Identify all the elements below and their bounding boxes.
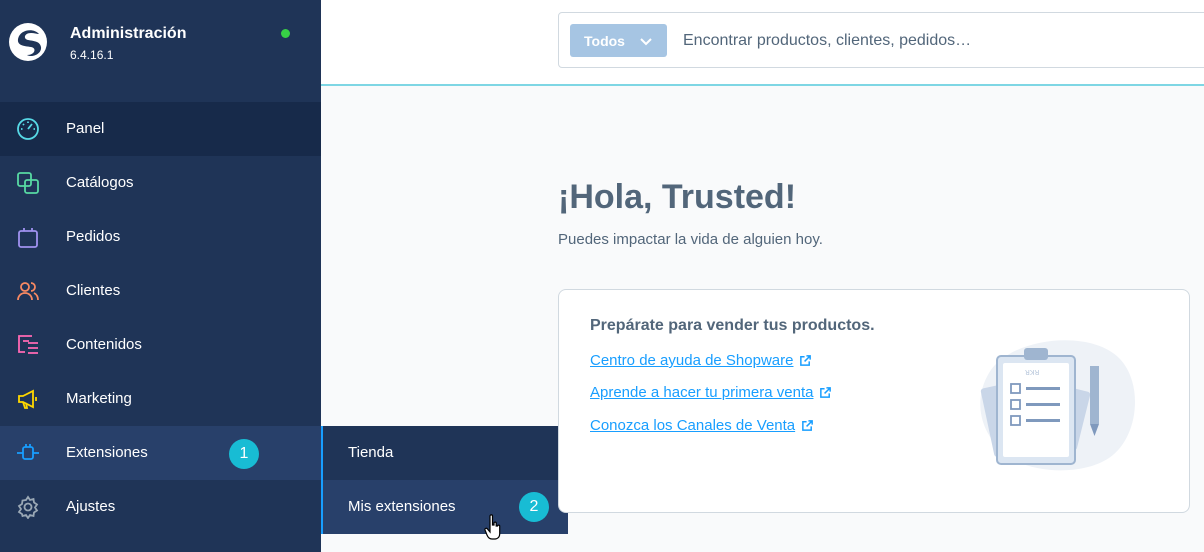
link-text: Conozca los Canales de Venta (590, 417, 796, 434)
external-link-icon (820, 387, 832, 398)
nav-item-extensions[interactable]: Extensiones 1 (0, 426, 321, 480)
sidebar-header: Administración 6.4.16.1 (0, 0, 321, 102)
nav-label: Extensiones (66, 444, 148, 461)
shopware-logo-icon[interactable] (8, 22, 48, 62)
external-link-icon (800, 355, 812, 366)
nav-label: Ajustes (66, 498, 116, 515)
global-search: Todos (558, 12, 1204, 68)
flyout-label: Mis extensiones (348, 498, 456, 515)
shopping-bag-icon (18, 228, 38, 248)
help-center-link[interactable]: Centro de ayuda de Shopware (590, 352, 812, 369)
flyout-label: Tienda (348, 444, 394, 461)
sidebar: Administración 6.4.16.1 Panel Catálogos … (0, 0, 321, 552)
nav-item-catalogs[interactable]: Catálogos (0, 156, 321, 210)
step-badge-1: 1 (229, 439, 259, 469)
flyout-item-store[interactable]: Tienda (323, 426, 568, 480)
nav-label: Panel (66, 120, 105, 137)
first-sale-link[interactable]: Aprende a hacer tu primera venta (590, 384, 832, 401)
plug-icon (17, 444, 39, 460)
main-navigation: Panel Catálogos Pedidos Clientes Conteni… (0, 102, 321, 534)
getting-started-card: Prepárate para vender tus productos. Cen… (558, 289, 1190, 513)
nav-label: Catálogos (66, 174, 134, 191)
nav-label: Contenidos (66, 336, 142, 353)
nav-label: Marketing (66, 390, 132, 407)
greeting-heading: ¡Hola, Trusted! (558, 178, 797, 216)
gauge-icon (17, 118, 39, 140)
nav-item-panel[interactable]: Panel (0, 102, 321, 156)
nav-item-settings[interactable]: Ajustes (0, 480, 321, 534)
content-icon (18, 335, 38, 354)
catalog-icon (17, 172, 39, 194)
sales-channels-link[interactable]: Conozca los Canales de Venta (590, 417, 814, 434)
external-link-icon (802, 420, 814, 431)
card-title: Prepárate para vender tus productos. (590, 317, 875, 334)
svg-text:ꓤꓘꓤ: ꓤꓘꓤ (1025, 369, 1039, 377)
top-bar: Todos (321, 0, 1204, 86)
nav-item-marketing[interactable]: Marketing (0, 372, 321, 426)
chevron-down-icon (640, 38, 652, 46)
step-badge-2: 2 (519, 492, 549, 522)
gear-icon (17, 495, 39, 519)
flyout-item-my-extensions[interactable]: Mis extensiones 2 (323, 480, 568, 534)
hand-cursor-icon (484, 514, 501, 540)
nav-label: Clientes (66, 282, 121, 299)
greeting-subtitle: Puedes impactar la vida de alguien hoy. (558, 231, 823, 248)
link-text: Aprende a hacer tu primera venta (590, 384, 814, 401)
search-input[interactable] (683, 25, 1183, 57)
clipboard-checklist-illustration-icon: ꓤꓘꓤ (980, 340, 1136, 471)
nav-item-orders[interactable]: Pedidos (0, 210, 321, 264)
nav-label: Pedidos (66, 228, 121, 245)
nav-item-content[interactable]: Contenidos (0, 318, 321, 372)
nav-item-customers[interactable]: Clientes (0, 264, 321, 318)
app-version: 6.4.16.1 (70, 48, 114, 62)
users-icon (17, 282, 39, 301)
link-text: Centro de ayuda de Shopware (590, 352, 794, 369)
status-indicator (281, 29, 290, 38)
search-type-label: Todos (584, 33, 625, 49)
extensions-flyout-menu: Tienda Mis extensiones 2 (321, 426, 568, 534)
app-title: Administración (70, 25, 187, 42)
megaphone-icon (18, 389, 37, 409)
search-type-dropdown[interactable]: Todos (570, 24, 667, 57)
